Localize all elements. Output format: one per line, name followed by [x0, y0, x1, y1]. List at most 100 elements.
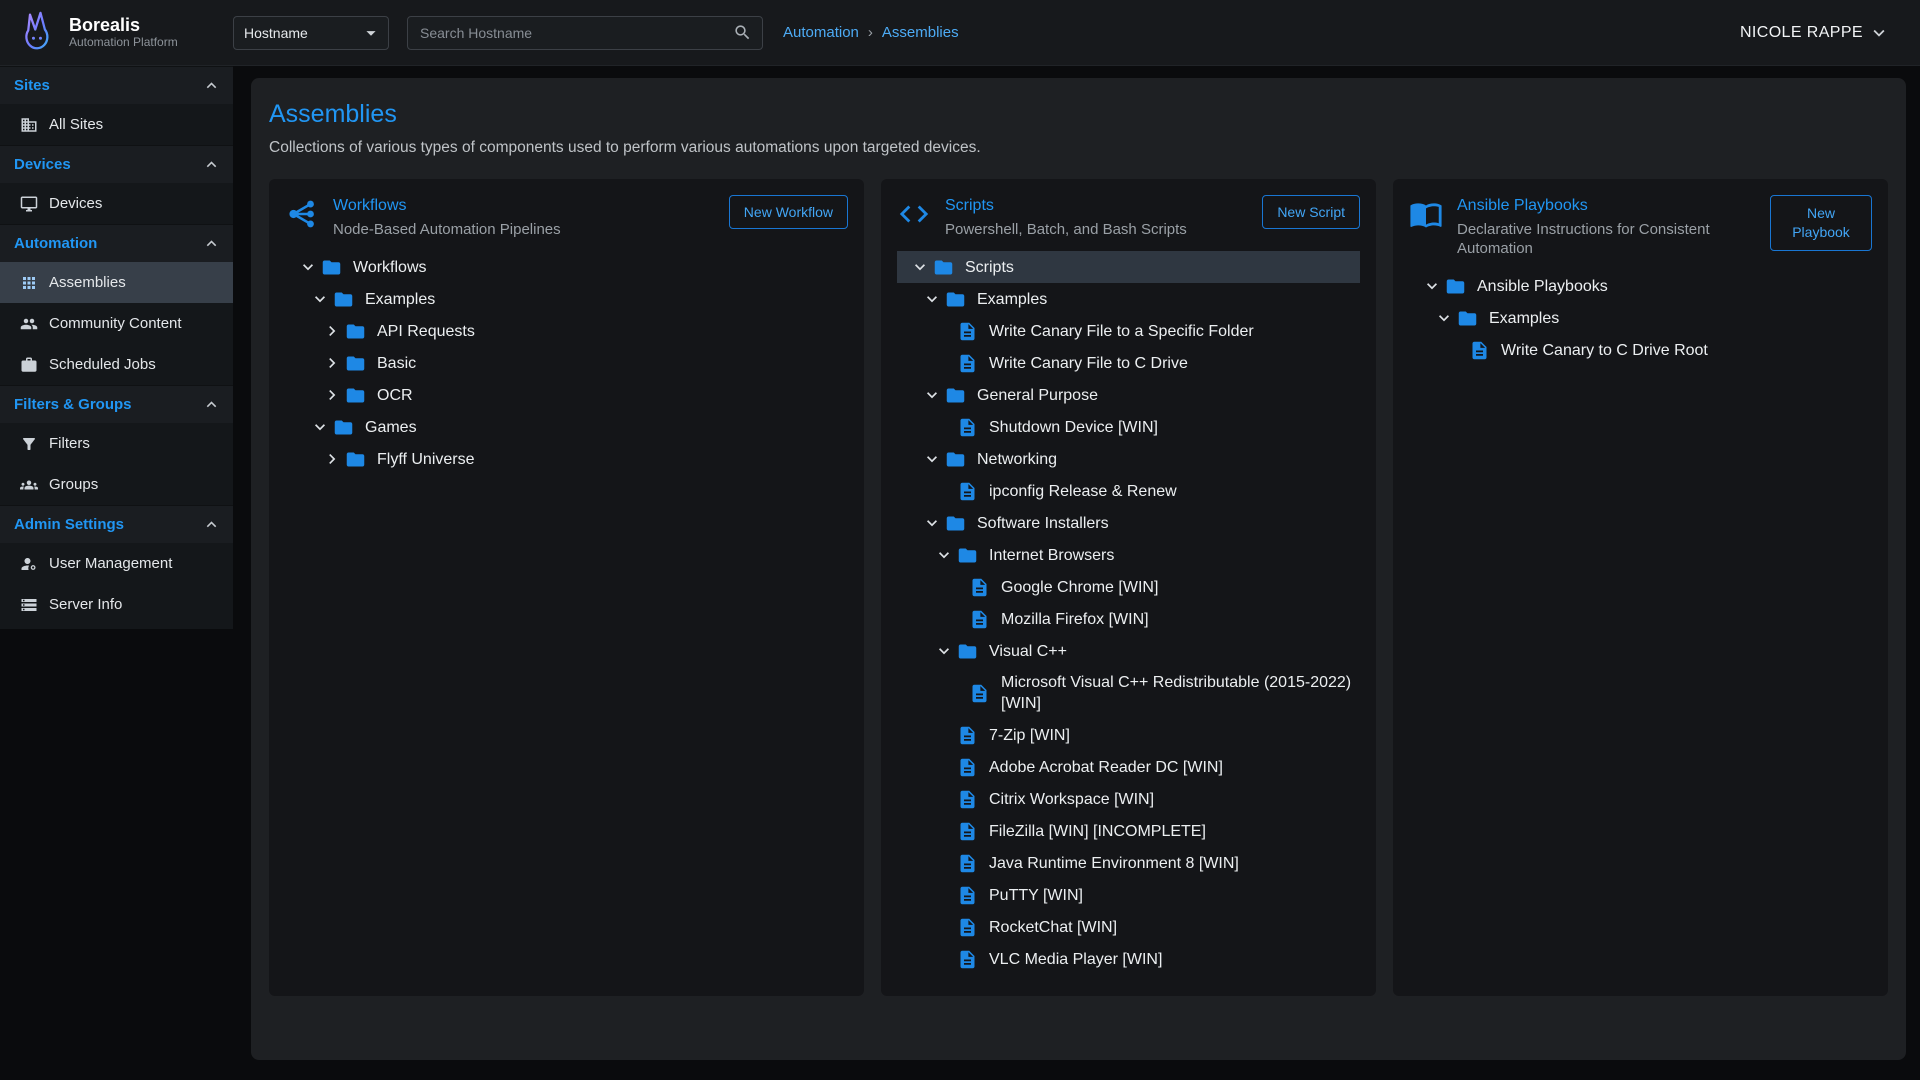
- tree-folder-networking[interactable]: Networking: [897, 443, 1360, 475]
- tree-folder-basic[interactable]: Basic: [285, 347, 848, 379]
- tree-folder-internet-browsers[interactable]: Internet Browsers: [897, 539, 1360, 571]
- chevron-down-icon[interactable]: [921, 448, 943, 470]
- tree-file-write-canary-to-c-drive-root[interactable]: Write Canary to C Drive Root: [1409, 334, 1872, 366]
- tree-item-label: Games: [365, 417, 417, 438]
- folder-icon: [345, 352, 369, 374]
- sidebar-item-community-content[interactable]: Community Content: [0, 303, 233, 344]
- tree-folder-workflows[interactable]: Workflows: [285, 251, 848, 283]
- sidebar-section-label: Sites: [14, 77, 50, 94]
- breadcrumb-assemblies[interactable]: Assemblies: [882, 24, 959, 41]
- chevron-up-icon: [202, 515, 221, 534]
- tree-folder-examples[interactable]: Examples: [285, 283, 848, 315]
- sidebar-item-groups[interactable]: Groups: [0, 464, 233, 505]
- sidebar-section-automation[interactable]: Automation: [0, 224, 233, 262]
- chevron-down-icon[interactable]: [921, 384, 943, 406]
- sidebar-item-all-sites[interactable]: All Sites: [0, 104, 233, 145]
- chevron-right-icon[interactable]: [321, 320, 343, 342]
- chevron-right-icon[interactable]: [321, 384, 343, 406]
- tree-file-google-chrome-win[interactable]: Google Chrome [WIN]: [897, 571, 1360, 603]
- tree-folder-ocr[interactable]: OCR: [285, 379, 848, 411]
- chevron-down-icon[interactable]: [309, 288, 331, 310]
- chevron-down-icon[interactable]: [309, 416, 331, 438]
- hostname-search[interactable]: [407, 16, 763, 50]
- new-workflow-button[interactable]: New Workflow: [729, 195, 848, 229]
- sidebar-section-sites[interactable]: Sites: [0, 66, 233, 104]
- sidebar-item-user-management[interactable]: User Management: [0, 543, 233, 584]
- chevron-down-icon[interactable]: [921, 512, 943, 534]
- folder-icon: [333, 416, 357, 438]
- tree-folder-software-installers[interactable]: Software Installers: [897, 507, 1360, 539]
- new-playbook-button[interactable]: New Playbook: [1770, 195, 1872, 251]
- file-icon: [957, 948, 981, 970]
- file-icon: [957, 916, 981, 938]
- file-icon: [957, 724, 981, 746]
- chevron-down-icon[interactable]: [921, 288, 943, 310]
- folder-icon: [945, 384, 969, 406]
- tree-item-label: Networking: [977, 449, 1057, 470]
- chevron-down-icon[interactable]: [909, 256, 931, 278]
- chevron-down-icon[interactable]: [933, 640, 955, 662]
- tree-item-label: API Requests: [377, 321, 475, 342]
- sidebar-section-filters-groups[interactable]: Filters & Groups: [0, 385, 233, 423]
- tree-file-citrix-workspace-win[interactable]: Citrix Workspace [WIN]: [897, 783, 1360, 815]
- chevron-down-icon[interactable]: [933, 544, 955, 566]
- tree-folder-scripts[interactable]: Scripts: [897, 251, 1360, 283]
- tree-file-putty-win[interactable]: PuTTY [WIN]: [897, 879, 1360, 911]
- tree-item-label: FileZilla [WIN] [INCOMPLETE]: [989, 821, 1206, 842]
- tree-item-label: ipconfig Release & Renew: [989, 481, 1177, 502]
- breadcrumb-automation[interactable]: Automation: [783, 24, 859, 41]
- tree-file-vlc-media-player-win[interactable]: VLC Media Player [WIN]: [897, 943, 1360, 975]
- sidebar-section-label: Devices: [14, 156, 71, 173]
- hostname-dropdown-value: Hostname: [244, 25, 308, 41]
- tree-file-shutdown-device-win[interactable]: Shutdown Device [WIN]: [897, 411, 1360, 443]
- tree-file-mozilla-firefox-win[interactable]: Mozilla Firefox [WIN]: [897, 603, 1360, 635]
- tree-file-filezilla-win-incomplete[interactable]: FileZilla [WIN] [INCOMPLETE]: [897, 815, 1360, 847]
- sidebar-section-admin-settings[interactable]: Admin Settings: [0, 505, 233, 543]
- tree-file-write-canary-file-to-c-drive[interactable]: Write Canary File to C Drive: [897, 347, 1360, 379]
- sidebar-item-server-info[interactable]: Server Info: [0, 584, 233, 625]
- chevron-down-icon[interactable]: [1421, 275, 1443, 297]
- sidebar-item-filters[interactable]: Filters: [0, 423, 233, 464]
- user-management-icon: [20, 555, 38, 573]
- ansible-playbooks-card: Ansible Playbooks Declarative Instructio…: [1393, 179, 1888, 996]
- sidebar-item-assemblies[interactable]: Assemblies: [0, 262, 233, 303]
- tree-folder-flyff-universe[interactable]: Flyff Universe: [285, 443, 848, 475]
- tree-file-microsoft-visual-c-redistributable-2015-2022-win[interactable]: Microsoft Visual C++ Redistributable (20…: [897, 667, 1360, 719]
- tree-file-ipconfig-release-renew[interactable]: ipconfig Release & Renew: [897, 475, 1360, 507]
- tree-item-label: Shutdown Device [WIN]: [989, 417, 1158, 438]
- tree-folder-visual-c[interactable]: Visual C++: [897, 635, 1360, 667]
- tree-file-write-canary-file-to-a-specific-folder[interactable]: Write Canary File to a Specific Folder: [897, 315, 1360, 347]
- jobs-icon: [20, 356, 38, 374]
- tree-folder-examples[interactable]: Examples: [897, 283, 1360, 315]
- chevron-right-icon[interactable]: [321, 448, 343, 470]
- hostname-dropdown[interactable]: Hostname: [233, 16, 389, 50]
- sidebar-item-devices[interactable]: Devices: [0, 183, 233, 224]
- search-input[interactable]: [418, 24, 733, 42]
- brand: Borealis Automation Platform: [16, 10, 233, 56]
- folder-icon: [945, 512, 969, 534]
- user-menu[interactable]: NICOLE RAPPE: [1740, 22, 1890, 44]
- tree-folder-games[interactable]: Games: [285, 411, 848, 443]
- tree-item-label: Software Installers: [977, 513, 1109, 534]
- search-icon[interactable]: [733, 23, 752, 42]
- chevron-down-icon[interactable]: [1433, 307, 1455, 329]
- tree-folder-ansible-playbooks[interactable]: Ansible Playbooks: [1409, 270, 1872, 302]
- tree-folder-api-requests[interactable]: API Requests: [285, 315, 848, 347]
- expand-spacer: [933, 884, 955, 906]
- expand-spacer: [933, 916, 955, 938]
- tree-file-rocketchat-win[interactable]: RocketChat [WIN]: [897, 911, 1360, 943]
- book-icon: [1409, 195, 1443, 231]
- sidebar-item-scheduled-jobs[interactable]: Scheduled Jobs: [0, 344, 233, 385]
- tree-file-java-runtime-environment-8-win[interactable]: Java Runtime Environment 8 [WIN]: [897, 847, 1360, 879]
- user-name: NICOLE RAPPE: [1740, 24, 1863, 42]
- chevron-down-icon[interactable]: [297, 256, 319, 278]
- new-script-button[interactable]: New Script: [1262, 195, 1360, 229]
- tree-file-adobe-acrobat-reader-dc-win[interactable]: Adobe Acrobat Reader DC [WIN]: [897, 751, 1360, 783]
- groups-icon: [20, 476, 38, 494]
- sidebar-section-devices[interactable]: Devices: [0, 145, 233, 183]
- chevron-right-icon[interactable]: [321, 352, 343, 374]
- tree-file-7-zip-win[interactable]: 7-Zip [WIN]: [897, 719, 1360, 751]
- tree-folder-examples[interactable]: Examples: [1409, 302, 1872, 334]
- sidebar-item-label: Filters: [49, 435, 90, 452]
- tree-folder-general-purpose[interactable]: General Purpose: [897, 379, 1360, 411]
